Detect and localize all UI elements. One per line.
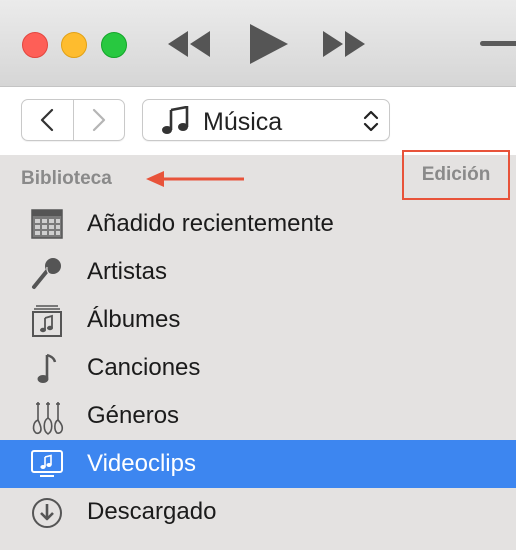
play-icon[interactable] bbox=[246, 22, 290, 66]
sidebar: Biblioteca Edición Añadido recientemente bbox=[0, 150, 516, 550]
chevron-right-icon bbox=[92, 108, 105, 132]
sidebar-item-label: Géneros bbox=[87, 402, 180, 429]
title-bar bbox=[0, 0, 516, 87]
rewind-icon[interactable] bbox=[166, 29, 212, 59]
media-type-label: Música bbox=[203, 108, 283, 136]
sidebar-item-label: Videoclips bbox=[87, 450, 196, 477]
sidebar-item-label: Artistas bbox=[87, 258, 168, 285]
chevron-up-down-icon bbox=[363, 109, 379, 138]
sidebar-item-label: Canciones bbox=[87, 354, 201, 381]
sidebar-item-label: Descargado bbox=[87, 498, 217, 525]
sidebar-item-recently-added[interactable]: Añadido recientemente bbox=[0, 200, 516, 248]
section-title: Biblioteca bbox=[21, 168, 112, 189]
fast-forward-icon[interactable] bbox=[321, 29, 367, 59]
navigation-buttons bbox=[21, 99, 125, 141]
music-note-icon bbox=[161, 105, 191, 141]
annotation-arrow bbox=[146, 169, 246, 194]
music-note-icon bbox=[30, 352, 64, 384]
sidebar-item-genres[interactable]: Géneros bbox=[0, 392, 516, 440]
toolbar: Música bbox=[0, 87, 516, 155]
sidebar-item-albums[interactable]: Álbumes bbox=[0, 296, 516, 344]
guitars-icon bbox=[30, 400, 64, 435]
calendar-grid-icon bbox=[30, 208, 64, 240]
sidebar-item-label: Añadido recientemente bbox=[87, 210, 334, 237]
chevron-left-icon bbox=[41, 108, 54, 132]
volume-slider[interactable] bbox=[480, 41, 516, 46]
album-icon bbox=[30, 304, 64, 337]
edit-label: Edición bbox=[421, 164, 491, 185]
sidebar-item-music-videos[interactable]: Videoclips bbox=[0, 440, 516, 488]
sidebar-item-songs[interactable]: Canciones bbox=[0, 344, 516, 392]
close-button[interactable] bbox=[22, 32, 48, 58]
media-type-selector[interactable]: Música bbox=[142, 99, 390, 141]
sidebar-item-artists[interactable]: Artistas bbox=[0, 248, 516, 296]
back-button[interactable] bbox=[22, 100, 73, 140]
download-icon bbox=[30, 496, 64, 528]
microphone-icon bbox=[30, 256, 64, 289]
forward-button[interactable] bbox=[72, 100, 125, 140]
music-video-icon bbox=[30, 448, 64, 480]
zoom-button[interactable] bbox=[101, 32, 127, 58]
sidebar-item-downloaded[interactable]: Descargado bbox=[0, 488, 516, 536]
minimize-button[interactable] bbox=[61, 32, 87, 58]
sidebar-item-label: Álbumes bbox=[87, 306, 181, 333]
edit-button[interactable]: Edición bbox=[402, 150, 510, 200]
